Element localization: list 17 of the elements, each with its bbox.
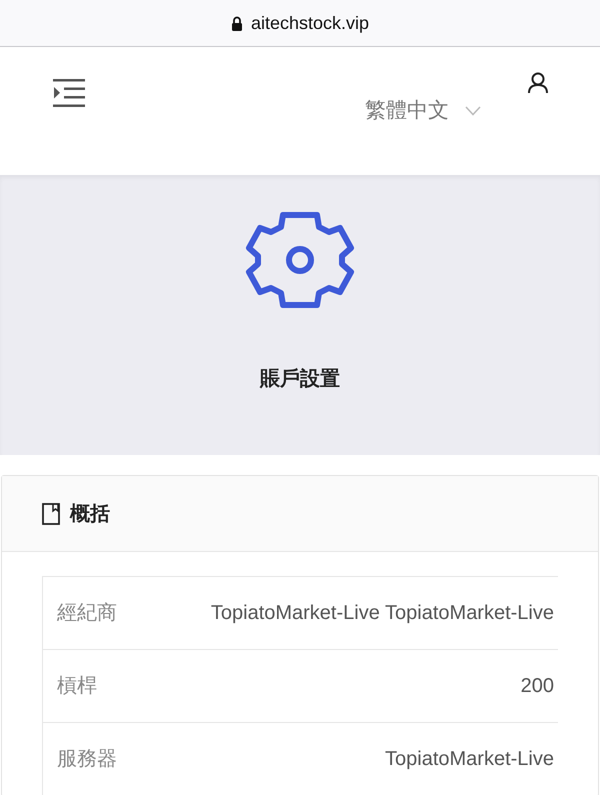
menu-icon[interactable] xyxy=(53,79,85,107)
row-label: 槓桿 xyxy=(57,674,98,699)
lock-icon xyxy=(230,16,243,30)
chevron-down-icon xyxy=(465,106,481,116)
gear-icon xyxy=(245,210,355,310)
row-value: 200 xyxy=(520,674,554,699)
page-title: 賬戶設置 xyxy=(260,366,340,392)
row-value: TopiatoMarket-Live TopiatoMarket-Live xyxy=(210,601,554,626)
card-title: 概括 xyxy=(70,502,110,526)
book-icon xyxy=(42,502,60,524)
row-value: TopiatoMarket-Live xyxy=(384,747,554,772)
address-bar[interactable]: aitechstock.vip xyxy=(0,0,600,47)
row-label: 服務器 xyxy=(57,747,118,772)
language-dropdown[interactable]: 繁體中文 xyxy=(365,95,481,126)
row-label: 經紀商 xyxy=(57,601,118,626)
user-icon[interactable] xyxy=(527,72,549,94)
url-text: aitechstock.vip xyxy=(250,12,370,35)
